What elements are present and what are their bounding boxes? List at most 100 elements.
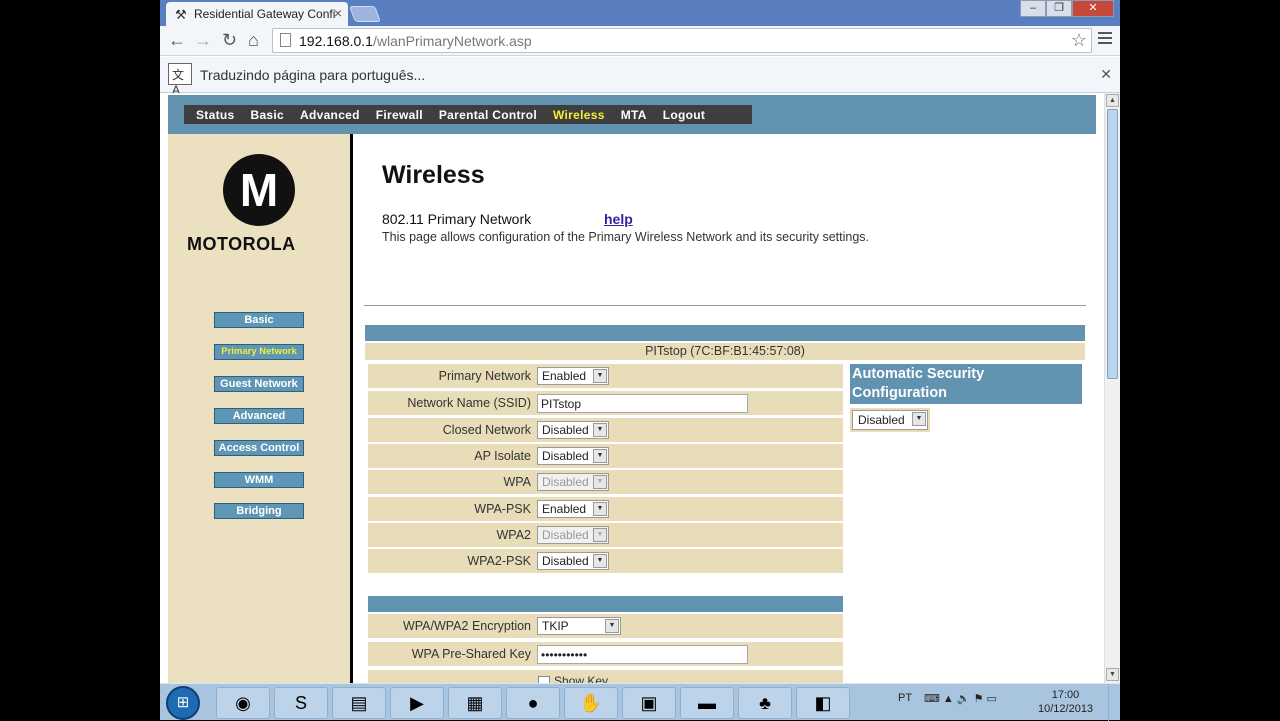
back-icon[interactable]: ← xyxy=(168,30,186,51)
sidebar-item-advanced[interactable]: Advanced xyxy=(214,408,304,424)
nav-wireless[interactable]: Wireless xyxy=(553,108,605,122)
restore-button[interactable]: ❐ xyxy=(1046,0,1072,17)
select-value: Disabled xyxy=(542,528,589,542)
scroll-thumb[interactable] xyxy=(1107,109,1118,379)
menu-icon[interactable] xyxy=(1098,32,1112,47)
page-description: This page allows configuration of the Pr… xyxy=(382,230,869,244)
sidebar-item-primary-network[interactable]: Primary Network xyxy=(214,344,304,360)
show-key-label: Show Key xyxy=(554,674,609,683)
ssid-input[interactable]: PITstop xyxy=(537,394,748,413)
system-clock[interactable]: 17:00 10/12/2013 xyxy=(1038,688,1093,716)
auto-security-select[interactable]: Disabled ▼ xyxy=(850,408,930,432)
nav-firewall[interactable]: Firewall xyxy=(376,108,423,122)
vertical-scrollbar[interactable]: ▲ ▼ xyxy=(1104,93,1120,683)
dropdown-arrow-icon: ▼ xyxy=(912,412,926,426)
dropdown-arrow-icon: ▼ xyxy=(593,475,607,489)
scroll-up-icon[interactable]: ▲ xyxy=(1106,94,1119,107)
bookmark-star-icon[interactable]: ☆ xyxy=(1071,30,1087,51)
notepad-icon[interactable]: ◧ xyxy=(796,687,850,719)
infobar-close-icon[interactable]: ✕ xyxy=(1100,66,1112,83)
chrome-icon[interactable]: ◉ xyxy=(216,687,270,719)
language-indicator[interactable]: PT xyxy=(898,692,912,704)
auto-security-header: Automatic Security Configuration xyxy=(850,364,1082,404)
help-link[interactable]: help xyxy=(604,211,633,227)
tab-close-icon[interactable]: × xyxy=(334,5,342,21)
nav-mta[interactable]: MTA xyxy=(621,108,647,122)
browser-tab[interactable]: ⚒ Residential Gateway Confi × xyxy=(166,2,348,26)
row-label: WPA-PSK xyxy=(474,502,531,516)
checkbox-box[interactable] xyxy=(538,675,550,683)
sidebar-item-wmm[interactable]: WMM xyxy=(214,472,304,488)
row-ap-isolate: AP Isolate Disabled ▼ xyxy=(368,444,843,468)
tab-strip: ⚒ Residential Gateway Confi × – ❐ ✕ xyxy=(160,0,1120,26)
row-wpa: WPA Disabled ▼ xyxy=(368,470,843,494)
ap-isolate-select[interactable]: Disabled ▼ xyxy=(537,447,609,465)
row-closed-network: Closed Network Disabled ▼ xyxy=(368,418,843,442)
tools-icon: ⚒ xyxy=(175,7,187,22)
address-bar[interactable]: 192.168.0.1/wlanPrimaryNetwork.asp ☆ xyxy=(272,28,1092,53)
row-encryption: WPA/WPA2 Encryption TKIP ▼ xyxy=(368,614,843,638)
wpa-psk-select[interactable]: Enabled ▼ xyxy=(537,500,609,518)
encryption-select[interactable]: TKIP ▼ xyxy=(537,617,621,635)
tray-icons[interactable]: ⌨ ▲ 🔊 ⚑ ▭ xyxy=(924,692,997,705)
primary-network-select[interactable]: Enabled ▼ xyxy=(537,367,609,385)
sidebar-item-basic[interactable]: Basic xyxy=(214,312,304,328)
row-wpa2: WPA2 Disabled ▼ xyxy=(368,523,843,547)
dropdown-arrow-icon: ▼ xyxy=(593,554,607,568)
android-icon[interactable]: ♣ xyxy=(738,687,792,719)
close-window-button[interactable]: ✕ xyxy=(1072,0,1114,17)
dropdown-arrow-icon: ▼ xyxy=(593,502,607,516)
select-value: Disabled xyxy=(542,554,589,568)
section-subtitle: 802.11 Primary Network xyxy=(382,211,532,227)
forward-icon[interactable]: → xyxy=(194,30,212,51)
row-label: Network Name (SSID) xyxy=(407,396,531,410)
command-prompt-icon[interactable]: ▬ xyxy=(680,687,734,719)
sidebar-item-access-control[interactable]: Access Control xyxy=(214,440,304,456)
monitor-app-icon[interactable]: ▣ xyxy=(622,687,676,719)
row-ssid: Network Name (SSID) PITstop xyxy=(368,391,843,415)
ssid-header: PITstop (7C:BF:B1:45:57:08) xyxy=(365,343,1085,360)
select-value: Enabled xyxy=(542,369,587,383)
taskbar: ⊞ ◉ S ▤ ▶ ▦ ● ✋ ▣ ▬ ♣ ◧ PT ⌨ ▲ 🔊 ⚑ ▭ 17:… xyxy=(160,683,1120,721)
start-button[interactable]: ⊞ xyxy=(166,686,200,720)
nav-basic[interactable]: Basic xyxy=(250,108,284,122)
new-tab-button[interactable] xyxy=(349,6,381,22)
nav-status[interactable]: Status xyxy=(196,108,234,122)
baseball-glove-icon[interactable]: ✋ xyxy=(564,687,618,719)
dropdown-arrow-icon: ▼ xyxy=(593,449,607,463)
closed-network-select[interactable]: Disabled ▼ xyxy=(537,421,609,439)
media-player-icon[interactable]: ▶ xyxy=(390,687,444,719)
row-primary-network: Primary Network Enabled ▼ xyxy=(368,364,843,388)
top-nav-strip: Status Basic Advanced Firewall Parental … xyxy=(184,105,752,124)
nav-parental-control[interactable]: Parental Control xyxy=(439,108,537,122)
translate-icon: 文A xyxy=(168,63,192,97)
select-value: Disabled xyxy=(542,475,589,489)
apps-grid-icon[interactable]: ▦ xyxy=(448,687,502,719)
wpa2-psk-select[interactable]: Disabled ▼ xyxy=(537,552,609,570)
page-title: Wireless xyxy=(382,161,485,189)
red-app-icon[interactable]: ● xyxy=(506,687,560,719)
skype-icon[interactable]: S xyxy=(274,687,328,719)
select-value: Disabled xyxy=(542,423,589,437)
sidebar-divider xyxy=(350,134,353,683)
minimize-button[interactable]: – xyxy=(1020,0,1046,17)
sidebar-item-guest-network[interactable]: Guest Network xyxy=(214,376,304,392)
window-controls: – ❐ ✕ xyxy=(1020,0,1114,17)
scroll-down-icon[interactable]: ▼ xyxy=(1106,668,1119,681)
home-icon[interactable]: ⌂ xyxy=(248,30,259,51)
encryption-header-bar xyxy=(368,596,843,612)
row-label: WPA xyxy=(503,475,531,489)
dropdown-arrow-icon: ▼ xyxy=(593,528,607,542)
psk-input[interactable]: ••••••••••• xyxy=(537,645,748,664)
sidebar-item-bridging[interactable]: Bridging xyxy=(214,503,304,519)
reload-icon[interactable]: ↻ xyxy=(222,30,237,51)
nav-advanced[interactable]: Advanced xyxy=(300,108,360,122)
explorer-icon[interactable]: ▤ xyxy=(332,687,386,719)
show-key-checkbox[interactable]: Show Key xyxy=(538,674,608,683)
show-desktop-button[interactable] xyxy=(1108,684,1120,721)
select-value: Enabled xyxy=(542,502,587,516)
row-label: Primary Network xyxy=(438,369,531,383)
row-wpa2-psk: WPA2-PSK Disabled ▼ xyxy=(368,549,843,573)
nav-logout[interactable]: Logout xyxy=(663,108,705,122)
row-label: Closed Network xyxy=(442,423,531,437)
